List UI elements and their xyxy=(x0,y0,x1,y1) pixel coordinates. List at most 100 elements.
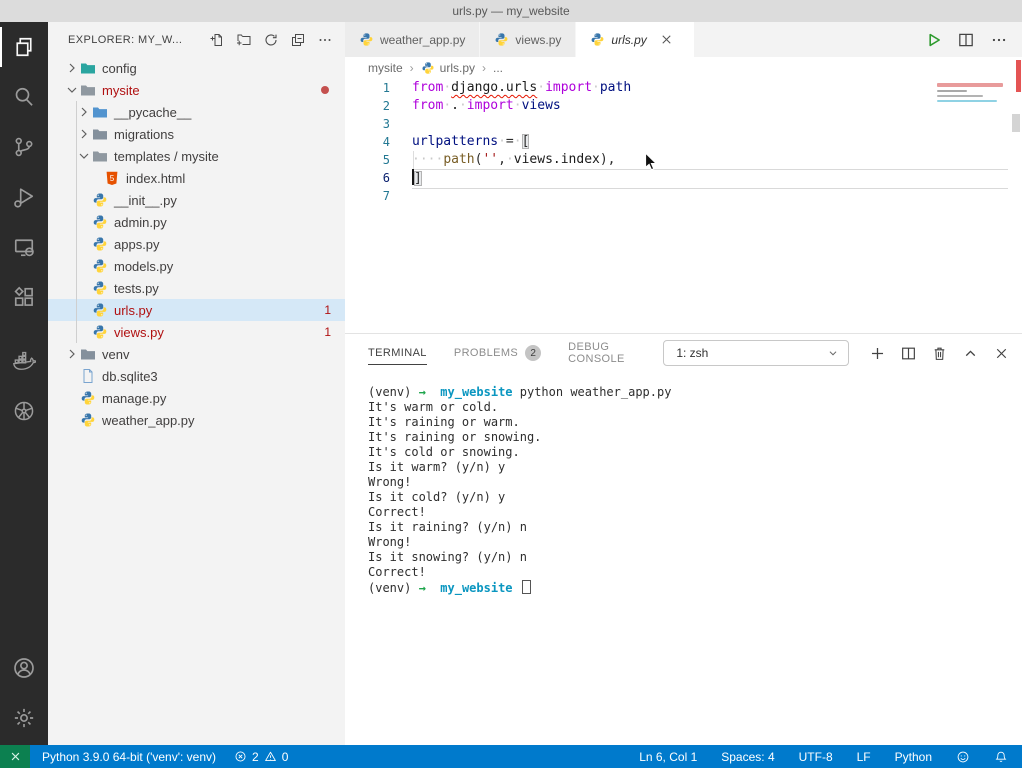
explorer-action-new-file[interactable] xyxy=(207,30,227,50)
problems-status[interactable]: 2 0 xyxy=(234,750,288,764)
tree-item-pycache[interactable]: __pycache__ xyxy=(48,101,345,123)
python-icon xyxy=(92,192,108,208)
run-button[interactable] xyxy=(924,31,942,49)
activity-bar-item-remote-explorer[interactable] xyxy=(0,222,48,272)
feedback-icon[interactable] xyxy=(956,750,970,764)
tree-item-venv[interactable]: venv xyxy=(48,343,345,365)
code-line-7[interactable]: 7 xyxy=(345,187,1022,205)
code-line-3[interactable]: 3 xyxy=(345,115,1022,133)
kill-terminal-button[interactable] xyxy=(931,345,948,362)
breadcrumb[interactable]: mysite›urls.py›... xyxy=(345,57,1022,79)
maximize-panel-button[interactable] xyxy=(962,345,979,362)
refresh-icon xyxy=(263,32,279,48)
tree-item-apps-py[interactable]: apps.py xyxy=(48,233,345,255)
terminal-output[interactable]: (venv) → my_website python weather_app.p… xyxy=(368,385,1012,595)
breadcrumb-item-ellipsis[interactable]: ... xyxy=(493,61,503,75)
activity-bar-item-source-control[interactable] xyxy=(0,122,48,172)
problem-count-badge: 1 xyxy=(324,303,331,317)
tree-item-db-sqlite3[interactable]: db.sqlite3 xyxy=(48,365,345,387)
problems-badge: 2 xyxy=(525,345,541,361)
terminal-line: Is it cold? (y/n) y xyxy=(368,490,1012,505)
code-editor[interactable]: 1 from·django.urls·import·path 2 from·.·… xyxy=(345,79,1022,333)
tree-item-migrations[interactable]: migrations xyxy=(48,123,345,145)
bell-icon[interactable] xyxy=(994,750,1008,764)
bottom-panel: TERMINAL PROBLEMS 2 DEBUG CONSOLE 1: zsh… xyxy=(345,333,1022,745)
close-panel-button[interactable] xyxy=(993,345,1010,362)
tree-item-manage-py[interactable]: manage.py xyxy=(48,387,345,409)
tree-item-tests-py[interactable]: tests.py xyxy=(48,277,345,299)
activity-bar-item-search[interactable] xyxy=(0,72,48,122)
tree-item-label: admin.py xyxy=(114,215,167,230)
status-cursor-position[interactable]: Ln 6, Col 1 xyxy=(639,750,697,764)
overview-ruler-slider[interactable] xyxy=(1012,114,1020,132)
activity-bar-item-settings[interactable] xyxy=(0,693,48,743)
terminal-shell-select[interactable]: 1: zsh xyxy=(663,340,849,366)
tree-item-urls-py[interactable]: urls.py1 xyxy=(48,299,345,321)
title-bar[interactable]: urls.py — my_website xyxy=(0,0,1022,23)
code-line-1[interactable]: 1 from·django.urls·import·path xyxy=(345,79,1022,97)
panel-tab-terminal[interactable]: TERMINAL xyxy=(368,334,427,372)
code-line-6[interactable]: 6 ] xyxy=(345,169,1022,187)
activity-bar-item-extensions[interactable] xyxy=(0,272,48,322)
tree-item-templates-mysite[interactable]: templates / mysite xyxy=(48,145,345,167)
status-language-mode[interactable]: Python xyxy=(895,750,932,764)
python-icon xyxy=(92,258,108,274)
panel-tab-debug-console[interactable]: DEBUG CONSOLE xyxy=(568,334,636,372)
python-interpreter[interactable]: Python 3.9.0 64-bit ('venv': venv) xyxy=(42,750,216,764)
activity-bar-item-accounts[interactable] xyxy=(0,643,48,693)
minimap-error-line xyxy=(937,83,1003,87)
panel-tabs: TERMINAL PROBLEMS 2 DEBUG CONSOLE xyxy=(368,334,663,372)
tree-item-label: apps.py xyxy=(114,237,160,252)
tree-item-index-html[interactable]: 5 index.html xyxy=(48,167,345,189)
split-editor-button[interactable] xyxy=(957,31,975,49)
python-icon xyxy=(92,280,108,296)
code-line-4[interactable]: 4 urlpatterns·=·[ xyxy=(345,133,1022,151)
tree-item-models-py[interactable]: models.py xyxy=(48,255,345,277)
tree-item-mysite[interactable]: mysite xyxy=(48,79,345,101)
breadcrumb-label: urls.py xyxy=(440,61,475,75)
terminal-line: It's cold or snowing. xyxy=(368,445,1012,460)
chevron-down-icon xyxy=(64,82,80,98)
activity-bar-item-docker[interactable] xyxy=(0,336,48,386)
code-line-2[interactable]: 2 from·.·import·views xyxy=(345,97,1022,115)
activity-bar-item-explorer[interactable] xyxy=(0,22,48,72)
explorer-action-collapse-all[interactable] xyxy=(288,30,308,50)
tree-item-init-py[interactable]: __init__.py xyxy=(48,189,345,211)
status-eol[interactable]: LF xyxy=(857,750,871,764)
terminal-line: It's raining or snowing. xyxy=(368,430,1012,445)
status-encoding[interactable]: UTF-8 xyxy=(799,750,833,764)
line-number: 5 xyxy=(345,151,390,169)
status-indentation[interactable]: Spaces: 4 xyxy=(721,750,774,764)
tree-item-label: venv xyxy=(102,347,129,362)
tree-indent-guide xyxy=(76,101,77,343)
terminal-line: Is it warm? (y/n) y xyxy=(368,460,1012,475)
line-number: 7 xyxy=(345,187,390,205)
tree-item-views-py[interactable]: views.py1 xyxy=(48,321,345,343)
breadcrumb-item-mysite[interactable]: mysite xyxy=(368,61,403,75)
explorer-action-more[interactable] xyxy=(315,30,335,50)
explorer-actions xyxy=(207,30,335,50)
new-terminal-button[interactable] xyxy=(869,345,886,362)
terminal-line: Correct! xyxy=(368,565,1012,580)
remote-indicator[interactable] xyxy=(0,745,30,768)
tab-weather-app-py[interactable]: weather_app.py xyxy=(345,22,480,57)
panel-tab-problems[interactable]: PROBLEMS 2 xyxy=(454,334,541,372)
breadcrumb-item-urls-py[interactable]: urls.py xyxy=(421,61,475,75)
tree-item-label: mysite xyxy=(102,83,140,98)
explorer-action-refresh[interactable] xyxy=(261,30,281,50)
tree-item-admin-py[interactable]: admin.py xyxy=(48,211,345,233)
explorer-action-new-folder[interactable] xyxy=(234,30,254,50)
tab-views-py[interactable]: views.py xyxy=(480,22,576,57)
split-terminal-button[interactable] xyxy=(900,345,917,362)
close-icon[interactable] xyxy=(659,32,674,47)
activity-bar-item-run-debug[interactable] xyxy=(0,172,48,222)
terminal-line: Wrong! xyxy=(368,475,1012,490)
code-line-5[interactable]: 5 ····path('',·views.index), xyxy=(345,151,1022,169)
tab-urls-py[interactable]: urls.py xyxy=(576,22,693,57)
terminal-line: Correct! xyxy=(368,505,1012,520)
more-actions-button[interactable] xyxy=(990,31,1008,49)
tree-item-config[interactable]: config xyxy=(48,57,345,79)
activity-bar-bottom xyxy=(0,643,48,743)
tree-item-weather-app-py[interactable]: weather_app.py xyxy=(48,409,345,431)
activity-bar-item-kubernetes[interactable] xyxy=(0,386,48,436)
